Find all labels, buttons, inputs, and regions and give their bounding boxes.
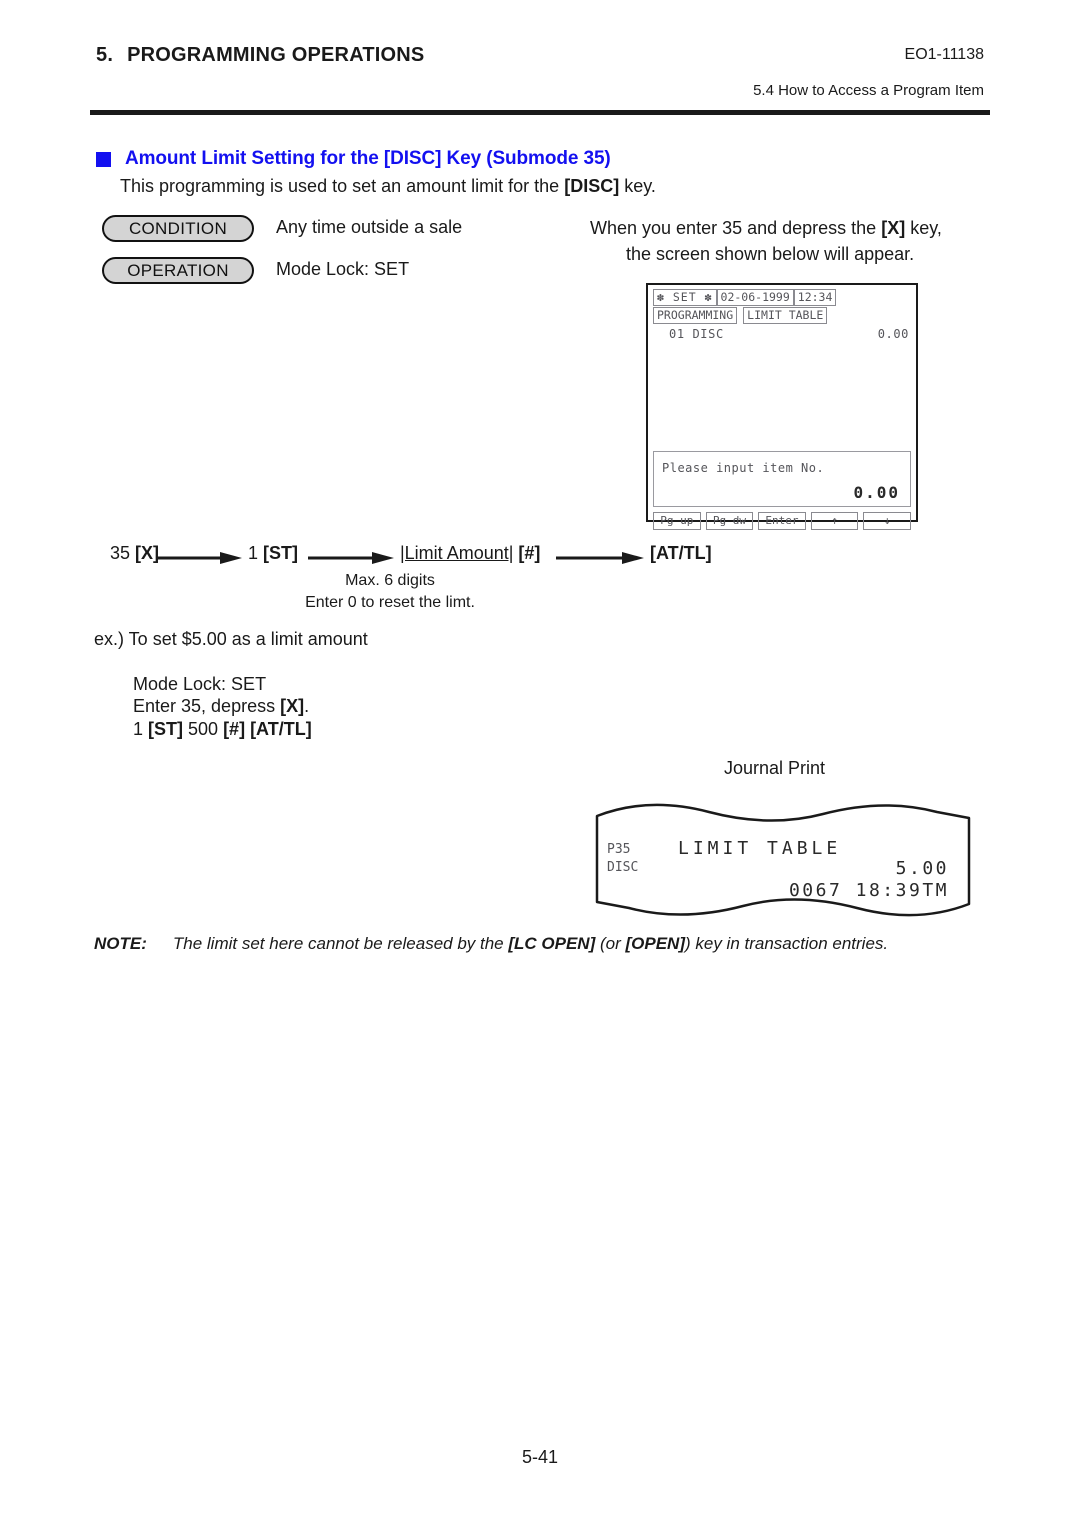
section-number: 5.: [96, 44, 114, 66]
journal-receipt: P35 LIMIT TABLE DISC 5.00 0067 18:39TM: [593, 800, 973, 920]
lcd-mode-star-left: ✽: [657, 290, 665, 304]
topic-description-post: key.: [619, 176, 656, 196]
screen-intro-line1-pre: When you enter 35 and depress the: [590, 218, 882, 238]
topic-heading: Amount Limit Setting for the [DISC] Key …: [96, 148, 611, 170]
note-text-pre: The limit set here cannot be released by…: [172, 934, 509, 953]
receipt-amount: 5.00: [895, 858, 949, 879]
example-x-key: [X]: [280, 696, 305, 716]
lcd-message-text: Please input item No.: [662, 461, 825, 475]
flow-limit-amount-field: |Limit Amount|: [400, 543, 514, 563]
lcd-mode-label: SET: [672, 290, 697, 304]
page-header-title: 5. PROGRAMMING OPERATIONS: [96, 44, 424, 67]
lcd-date-cell: 02-06-1999: [716, 289, 794, 306]
subsection-title: 5.4 How to Access a Program Item: [753, 82, 984, 99]
screen-intro-line2: the screen shown below will appear.: [626, 244, 915, 265]
flow-step-3-key: [#]: [518, 543, 541, 563]
lcd-time-cell: 12:34: [793, 289, 837, 306]
lcd-mode-star-right: ✽: [704, 290, 713, 304]
example-st-key: [ST]: [148, 719, 184, 739]
flow-annotation-line1: Max. 6 digits: [345, 572, 435, 589]
lcd-key-page-up[interactable]: Pg up: [653, 512, 701, 530]
lcd-key-arrow-down-icon[interactable]: ↓: [863, 512, 911, 530]
lcd-key-arrow-up-icon[interactable]: ↑: [810, 512, 859, 530]
topic-description-pre: This programming is used to set an amoun…: [120, 176, 565, 196]
lcd-key-enter[interactable]: Enter: [758, 512, 806, 530]
receipt-item-name: DISC: [607, 860, 639, 875]
document-code: EO1-11138: [904, 46, 984, 63]
flow-step-4-key: [AT/TL]: [650, 543, 712, 563]
topic-description: This programming is used to set an amoun…: [120, 176, 656, 197]
lcd-message-box: Please input item No. 0.00: [653, 451, 911, 507]
flow-step-1: 35 [X]: [110, 543, 159, 564]
lcd-mode-cell: ✽ SET ✽: [653, 289, 717, 306]
screen-intro-text: When you enter 35 and depress the [X] ke…: [590, 215, 990, 267]
example-line2-post: .: [304, 696, 310, 716]
journal-print-label: Journal Print: [724, 758, 826, 778]
note-key-lc-open: [LC OPEN]: [508, 934, 596, 953]
example-line-keystrokes: 1 [ST] 500 [#] [AT/TL]: [133, 719, 312, 740]
receipt-text-content: P35 LIMIT TABLE DISC 5.00 0067 18:39TM: [593, 800, 973, 920]
example-attl-key: [AT/TL]: [245, 719, 312, 739]
lcd-item-row: 01 DISC 0.00: [653, 327, 911, 341]
lcd-tag-limit-table: LIMIT TABLE: [743, 307, 828, 324]
x-key-label: [X]: [881, 218, 906, 238]
flow-arrow-1-icon: [156, 552, 242, 564]
condition-description: Any time outside a sale: [276, 217, 463, 237]
flow-step-2: 1 [ST]: [248, 543, 298, 564]
lcd-mode-tags: PROGRAMMING LIMIT TABLE: [653, 307, 911, 324]
note-key-open: [OPEN]: [625, 934, 685, 953]
example-title: ex.) To set $5.00 as a limit amount: [94, 629, 368, 649]
lcd-softkey-bar: Pg up Pg dw Enter ↑ ↓: [653, 512, 911, 530]
condition-pill: CONDITION: [102, 215, 254, 242]
example-line-mode-lock: Mode Lock: SET: [133, 674, 267, 694]
lcd-screen: ✽ SET ✽ 02-06-1999 12:34 PROGRAMMING LIM…: [646, 283, 918, 530]
flow-arrow-2-icon: [308, 552, 394, 564]
note-label: NOTE:: [94, 934, 147, 953]
key-sequence-flow: 35 [X] 1 [ST] |Limit Amount| [#] [AT/TL]: [110, 543, 770, 573]
operation-pill-label: OPERATION: [127, 260, 229, 280]
topic-heading-text: Amount Limit Setting for the [DISC] Key …: [125, 148, 611, 169]
note-text-mid: (or: [595, 934, 626, 953]
receipt-footer: 0067 18:39TM: [788, 880, 949, 901]
lcd-tag-programming: PROGRAMMING: [653, 307, 738, 324]
disc-key-label: [DISC]: [564, 176, 620, 196]
condition-pill-label: CONDITION: [128, 218, 228, 238]
example-line-enter-35: Enter 35, depress [X].: [133, 696, 309, 717]
flow-step-3: |Limit Amount| [#]: [400, 543, 540, 564]
flow-step-2-key: [ST]: [263, 543, 299, 563]
section-title: PROGRAMMING OPERATIONS: [127, 44, 425, 66]
lcd-amount-value: 0.00: [853, 483, 900, 502]
note-block: NOTE: The limit set here cannot be releas…: [94, 934, 994, 954]
square-bullet-icon: [96, 151, 111, 167]
lcd-item-value: 0.00: [877, 327, 909, 341]
example-hash-key: [#]: [223, 719, 246, 739]
flow-step-2-number: 1: [248, 543, 259, 563]
operation-description: Mode Lock: SET: [276, 259, 410, 279]
header-divider: [90, 110, 990, 115]
flow-step-1-number: 35: [110, 543, 131, 563]
lcd-key-page-down[interactable]: Pg dw: [705, 512, 754, 530]
receipt-program-code: P35: [607, 842, 631, 857]
flow-annotation: Max. 6 digits Enter 0 to reset the limt.: [110, 570, 670, 613]
example-line3-a: 1: [133, 719, 149, 739]
lcd-blank-area: [653, 341, 911, 449]
example-line3-c: 500: [183, 719, 224, 739]
screen-intro-line1-post: key,: [905, 218, 942, 238]
lcd-status-bar: ✽ SET ✽ 02-06-1999 12:34: [653, 289, 911, 306]
example-line2-pre: Enter 35, depress: [133, 696, 281, 716]
flow-arrow-3-icon: [556, 552, 644, 564]
document-page: 5. PROGRAMMING OPERATIONS EO1-11138 5.4 H…: [0, 0, 1080, 1525]
flow-annotation-line2: Enter 0 to reset the limt.: [305, 593, 475, 611]
page-number: 5-41: [521, 1447, 559, 1467]
lcd-item-label: 01 DISC: [669, 327, 724, 341]
note-text-post: ) key in transaction entries.: [684, 934, 889, 953]
receipt-title: LIMIT TABLE: [678, 838, 842, 859]
operation-pill: OPERATION: [102, 257, 254, 284]
